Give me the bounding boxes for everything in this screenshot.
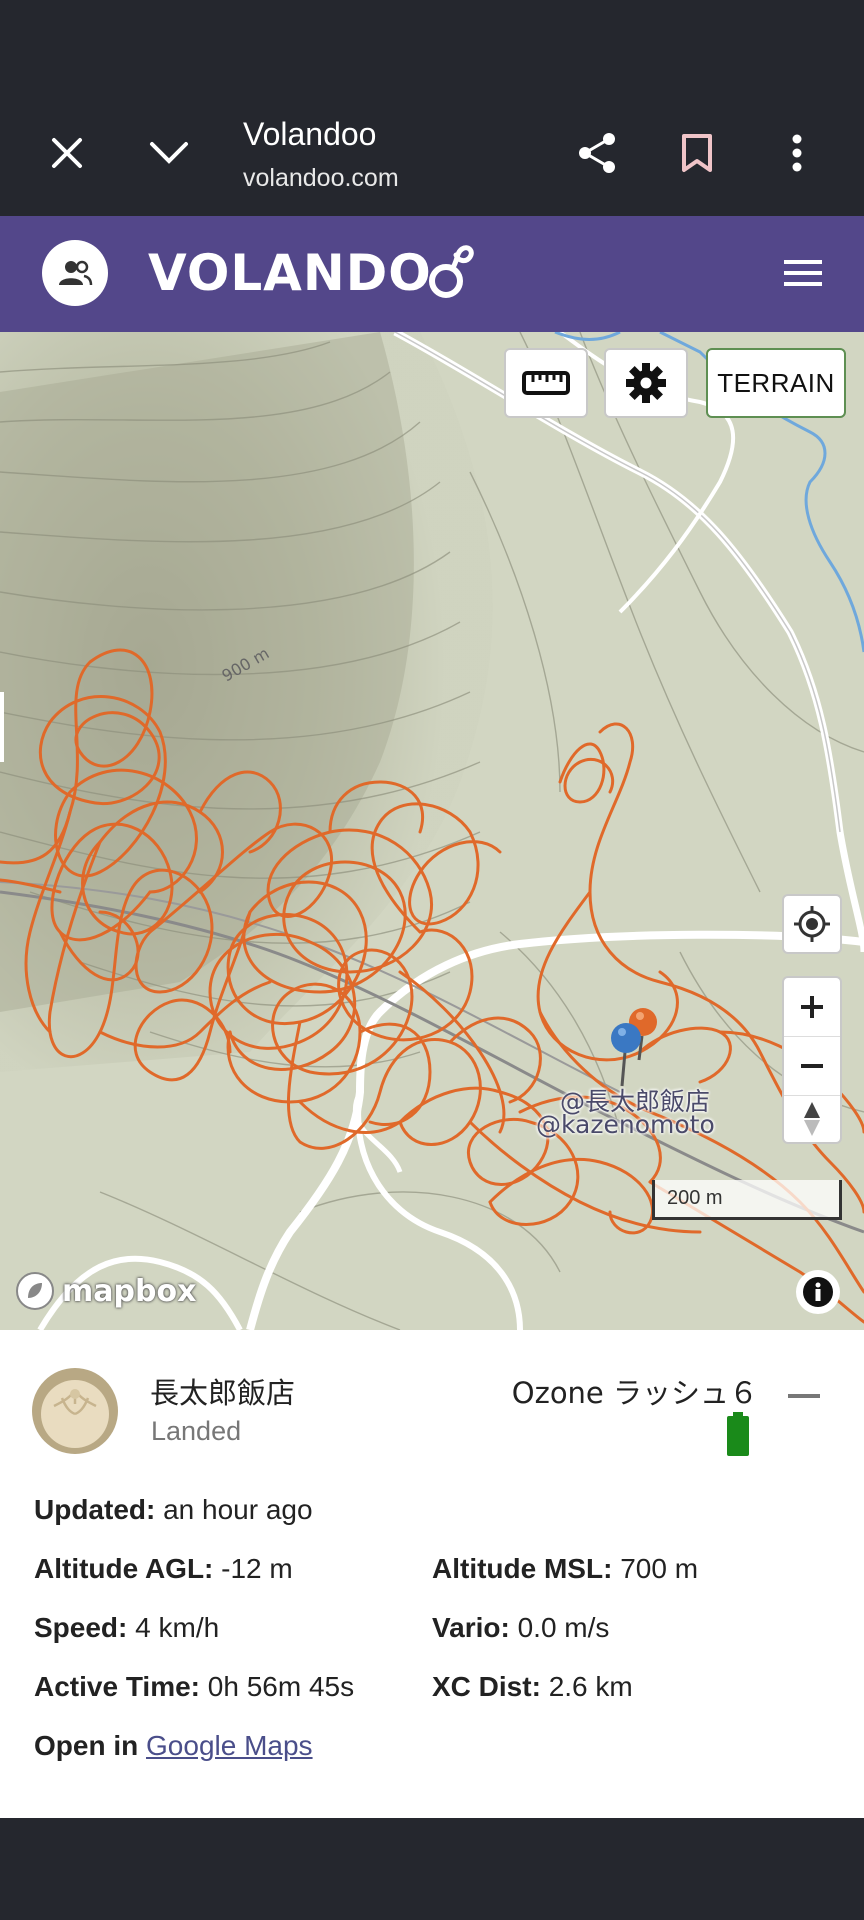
zoom-in-button[interactable] (784, 978, 840, 1037)
page-title: Volandoo (243, 116, 377, 152)
updated-row: Updated: an hour ago (34, 1494, 313, 1526)
people-icon (59, 260, 93, 286)
updated-label: Updated: (34, 1494, 156, 1525)
active-time-row: Active Time: 0h 56m 45s (34, 1671, 354, 1703)
app-header: VOLANDO (0, 216, 864, 332)
xc-dist-row: XC Dist: 2.6 km (432, 1671, 633, 1703)
more-options-icon[interactable] (762, 118, 832, 188)
vario-row: Vario: 0.0 m/s (432, 1612, 609, 1644)
plus-icon (801, 995, 823, 1018)
battery-icon (727, 1412, 749, 1456)
open-in-label: Open in (34, 1730, 139, 1761)
speed-label: Speed: (34, 1612, 128, 1643)
logo-snake-icon (428, 245, 474, 298)
pilot-avatar (32, 1368, 118, 1454)
active-time-label: Active Time: (34, 1671, 200, 1702)
glider-model: Ozone ラッシュ６ (511, 1376, 758, 1410)
terrain-button[interactable]: TERRAIN (706, 348, 846, 418)
speed-row: Speed: 4 km/h (34, 1612, 219, 1644)
map-view[interactable]: 900 m @長太郎飯店 @kazenomoto TERRAIN 200 m m… (0, 332, 864, 1330)
pilot-name: 長太郎飯店 (150, 1376, 296, 1410)
share-icon[interactable] (562, 118, 632, 188)
locate-button[interactable] (782, 894, 842, 954)
xc-dist-value: 2.6 km (548, 1671, 633, 1702)
page-url[interactable]: volandoo.com (243, 164, 399, 193)
ruler-icon (522, 371, 570, 395)
navigation-bar (0, 1818, 864, 1920)
agl-label: Altitude AGL: (34, 1553, 214, 1584)
pilot-info-panel: 長太郎飯店 Landed Ozone ラッシュ６ Updated: an hou… (0, 1330, 864, 1818)
bookmark-icon[interactable] (662, 118, 732, 188)
pilot-status: Landed (151, 1416, 242, 1446)
vario-label: Vario: (432, 1612, 510, 1643)
collapse-icon[interactable] (788, 1394, 820, 1398)
locate-icon (794, 906, 830, 942)
open-in-row: Open in Google Maps (34, 1730, 313, 1762)
chevron-down-icon[interactable] (134, 118, 204, 188)
agl-row: Altitude AGL: -12 m (34, 1553, 293, 1585)
measure-button[interactable] (504, 348, 588, 418)
updated-value: an hour ago (163, 1494, 313, 1525)
zoom-controls (782, 976, 842, 1144)
mapbox-logo[interactable]: mapbox (14, 1270, 196, 1312)
msl-value: 700 m (620, 1553, 699, 1584)
vario-value: 0.0 m/s (517, 1612, 610, 1643)
active-time-value: 0h 56m 45s (207, 1671, 355, 1702)
scale-bar: 200 m (652, 1180, 842, 1220)
logo-text: VOLANDO (148, 244, 432, 302)
msl-label: Altitude MSL: (432, 1553, 613, 1584)
pilots-button[interactable] (42, 240, 108, 306)
settings-button[interactable] (604, 348, 688, 418)
browser-toolbar: Volandoo volandoo.com (0, 94, 864, 214)
agl-value: -12 m (221, 1553, 293, 1584)
mapbox-attribution: mapbox (62, 1273, 197, 1309)
zoom-out-button[interactable] (784, 1037, 840, 1096)
google-maps-link[interactable]: Google Maps (146, 1730, 313, 1761)
pin-label-user: @kazenomoto (536, 1110, 715, 1139)
volandoo-logo[interactable]: VOLANDO (148, 238, 476, 308)
mapbox-icon (16, 1272, 54, 1310)
minus-icon (801, 1063, 823, 1068)
info-icon[interactable] (796, 1270, 840, 1314)
speed-value: 4 km/h (135, 1612, 220, 1643)
gear-icon (626, 363, 666, 403)
status-bar (0, 0, 864, 94)
menu-icon[interactable] (776, 250, 828, 296)
xc-dist-label: XC Dist: (432, 1671, 541, 1702)
close-icon[interactable] (32, 118, 102, 188)
compass-button[interactable] (784, 1096, 840, 1142)
msl-row: Altitude MSL: 700 m (432, 1553, 698, 1585)
compass-icon (804, 1101, 820, 1136)
